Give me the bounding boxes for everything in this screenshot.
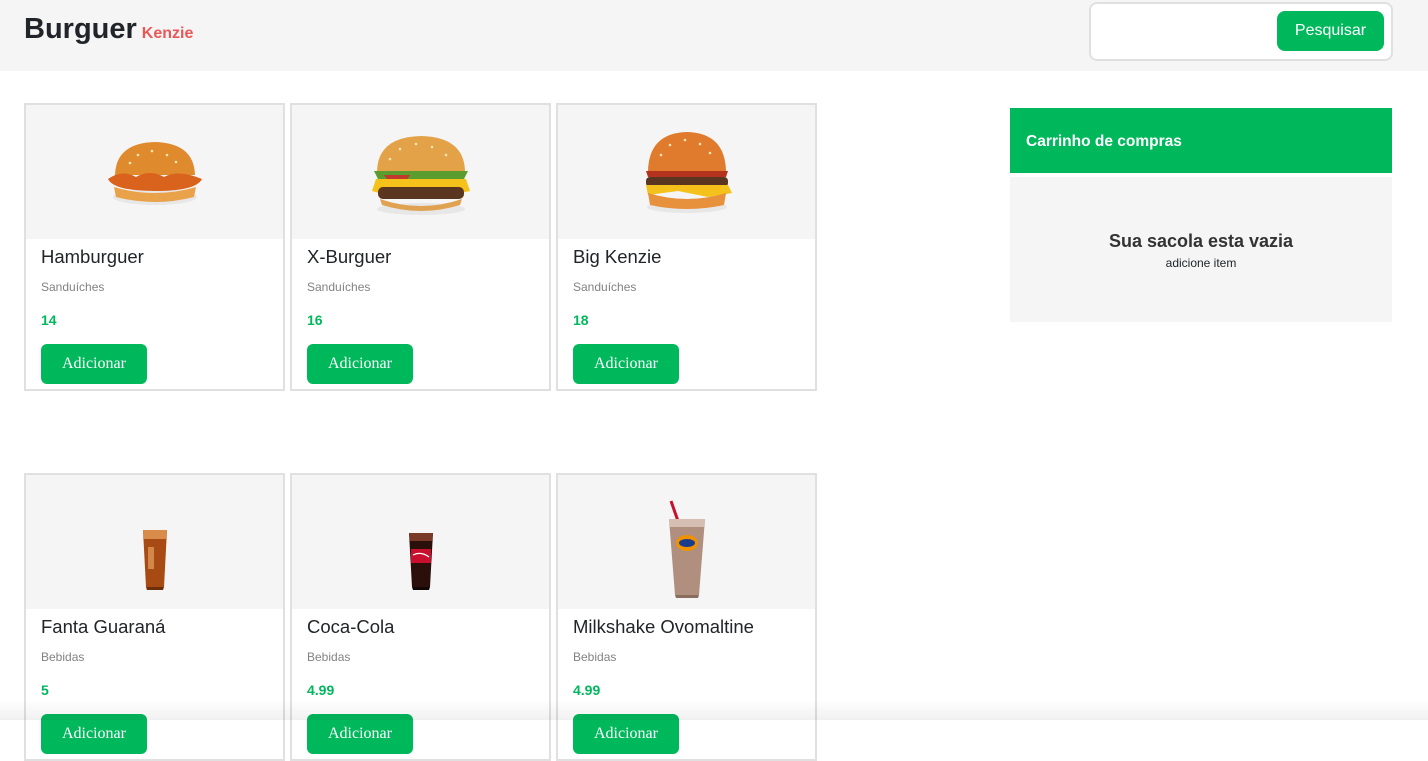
product-price: 4.99: [573, 682, 601, 698]
product-price: 5: [41, 682, 49, 698]
add-to-cart-button[interactable]: Adicionar: [41, 714, 147, 754]
big-burger-image: [646, 132, 732, 213]
add-to-cart-button[interactable]: Adicionar: [307, 714, 413, 754]
product-name: Fanta Guaraná: [41, 616, 166, 637]
product-price: 18: [573, 312, 589, 328]
cart-empty-hint: adicione item: [1165, 256, 1237, 270]
cart-title: Carrinho de compras: [1010, 108, 1392, 173]
product-category: Sanduíches: [41, 280, 105, 294]
cola-glass-image: [409, 533, 433, 590]
product-name: X-Burguer: [307, 246, 392, 267]
product-category: Bebidas: [573, 650, 617, 664]
header: Burguer Kenzie Pesquisar: [0, 0, 1428, 71]
milkshake-image: [669, 500, 705, 598]
add-to-cart-button[interactable]: Adicionar: [573, 714, 679, 754]
search-box: Pesquisar: [1089, 2, 1393, 61]
search-button[interactable]: Pesquisar: [1277, 11, 1384, 51]
product-card: Milkshake Ovomaltine Bebidas 4.99 Adicio…: [556, 473, 817, 761]
product-card: Coca-Cola Bebidas 4.99 Adicionar: [290, 473, 551, 761]
product-image-area: [558, 105, 815, 239]
product-image-area: [26, 105, 283, 239]
cart-empty-message: Sua sacola esta vazia: [1108, 231, 1294, 251]
product-price: 14: [41, 312, 57, 328]
product-card: Big Kenzie Sanduíches 18 Adicionar: [556, 103, 817, 391]
product-name: Hamburguer: [41, 246, 144, 267]
logo-text: Burguer: [24, 13, 137, 45]
product-image-area: [26, 475, 283, 609]
product-price: 4.99: [307, 682, 335, 698]
logo-subtext: Kenzie: [141, 25, 194, 42]
product-name: Milkshake Ovomaltine: [573, 616, 754, 637]
cart-empty-state: Sua sacola esta vazia adicione item: [1010, 177, 1392, 322]
shopping-cart: Carrinho de compras Sua sacola esta vazi…: [1010, 108, 1392, 322]
product-image-area: [292, 475, 549, 609]
add-to-cart-button[interactable]: Adicionar: [41, 344, 147, 384]
product-price: 16: [307, 312, 323, 328]
cheeseburger-image: [372, 136, 470, 215]
product-name: Coca-Cola: [307, 616, 395, 637]
product-category: Sanduíches: [573, 280, 637, 294]
product-image-area: [292, 105, 549, 239]
logo: Burguer Kenzie: [24, 13, 193, 46]
guarana-glass-image: [143, 530, 167, 590]
product-category: Bebidas: [307, 650, 351, 664]
add-to-cart-button[interactable]: Adicionar: [307, 344, 413, 384]
product-category: Bebidas: [41, 650, 85, 664]
product-category: Sanduíches: [307, 280, 371, 294]
search-input[interactable]: [1099, 13, 1275, 51]
product-name: Big Kenzie: [573, 246, 662, 267]
product-card: Hamburguer Sanduíches 14 Adicionar: [24, 103, 285, 391]
product-card: X-Burguer Sanduíches 16 Adicionar: [290, 103, 551, 391]
burger-chicken-image: [108, 142, 202, 205]
add-to-cart-button[interactable]: Adicionar: [573, 344, 679, 384]
product-image-area: [558, 475, 815, 609]
product-card: Fanta Guaraná Bebidas 5 Adicionar: [24, 473, 285, 761]
